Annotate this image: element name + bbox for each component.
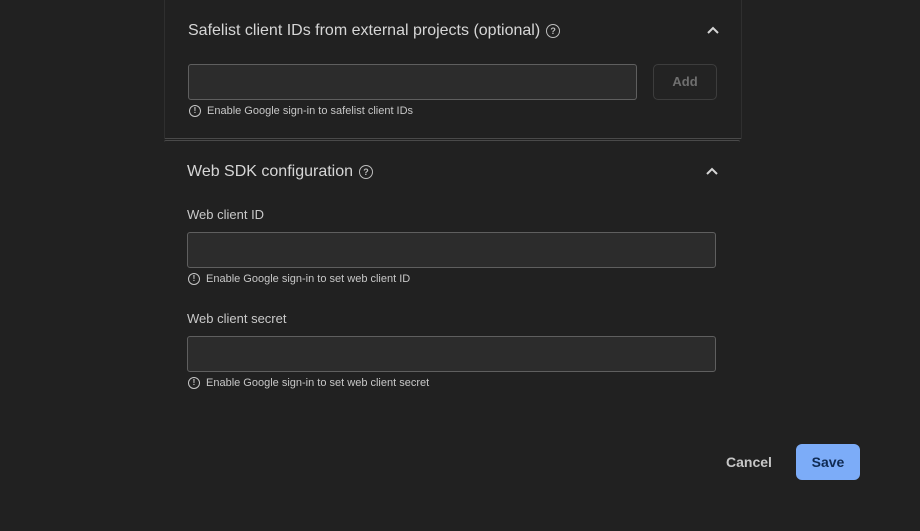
web-sdk-section: Web SDK configuration ? Web client ID ! … <box>164 140 740 411</box>
web-client-secret-hint: ! Enable Google sign-in to set web clien… <box>188 377 429 389</box>
web-client-id-hint: ! Enable Google sign-in to set web clien… <box>188 273 410 285</box>
web-client-secret-field[interactable] <box>187 336 716 372</box>
help-icon[interactable]: ? <box>546 24 561 38</box>
safelist-title-row: Safelist client IDs from external projec… <box>188 22 561 40</box>
web-client-id-label: Web client ID <box>187 207 265 222</box>
web-client-secret-hint-text: Enable Google sign-in to set web client … <box>206 377 430 389</box>
web-client-secret-label: Web client secret <box>187 311 287 326</box>
web-sdk-title-row: Web SDK configuration ? <box>187 163 374 181</box>
safelist-hint: ! Enable Google sign-in to safelist clie… <box>189 105 413 117</box>
web-client-secret-input[interactable] <box>188 337 715 371</box>
help-icon[interactable]: ? <box>359 165 374 179</box>
save-button[interactable]: Save <box>796 444 860 480</box>
cancel-button[interactable]: Cancel <box>716 444 782 480</box>
add-button[interactable]: Add <box>653 64 717 100</box>
web-client-id-field[interactable] <box>187 232 716 268</box>
chevron-up-icon[interactable] <box>705 22 721 38</box>
safelist-hint-text: Enable Google sign-in to safelist client… <box>207 105 414 117</box>
web-sdk-title: Web SDK configuration <box>187 163 354 180</box>
safelist-title: Safelist client IDs from external projec… <box>188 22 541 39</box>
web-client-id-input[interactable] <box>188 233 715 267</box>
page: Safelist client IDs from external projec… <box>0 0 920 531</box>
safelist-client-id-field[interactable] <box>188 64 637 100</box>
info-circle-icon: ! <box>188 377 200 389</box>
safelist-client-id-input[interactable] <box>189 65 636 99</box>
info-circle-icon: ! <box>188 273 200 285</box>
chevron-up-icon[interactable] <box>704 163 720 179</box>
safelist-section: Safelist client IDs from external projec… <box>164 0 742 139</box>
info-circle-icon: ! <box>189 105 201 117</box>
web-client-id-hint-text: Enable Google sign-in to set web client … <box>206 273 411 285</box>
